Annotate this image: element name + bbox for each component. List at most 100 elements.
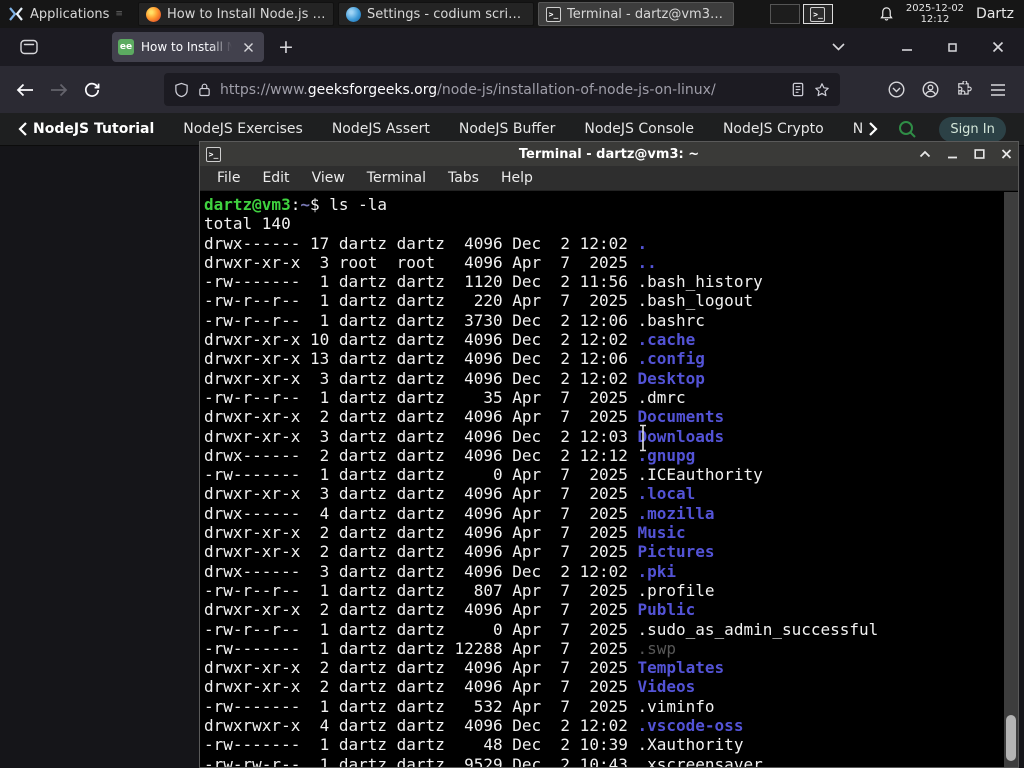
subnav-link[interactable]: NodeJS Tutorial (33, 121, 154, 137)
pocket-icon[interactable] (888, 81, 905, 98)
subnav-link[interactable]: NodeJS DNS (853, 121, 863, 137)
terminal-icon: >_ (810, 6, 826, 22)
file-name: .Xauthority (637, 735, 744, 755)
terminal-command: ls -la (329, 195, 388, 214)
terminal-window: >_ Terminal - dartz@vm3: ~ File Edit View T… (199, 141, 1019, 768)
terminal-title: Terminal - dartz@vm3: ~ (518, 146, 700, 162)
firefox-icon (145, 6, 161, 22)
applications-menu-button[interactable]: Applications ≡ (0, 0, 136, 28)
subnav-link[interactable]: NodeJS Crypto (723, 121, 824, 137)
file-name: .bash_logout (637, 291, 754, 311)
file-name: .pki (637, 561, 677, 581)
terminal-listing-row: -rw-r--r-- 1 dartz dartz 35 Apr 7 2025 .… (204, 387, 686, 407)
taskbar-button[interactable]: >_ Terminal - dartz@vm3: ~ (537, 2, 734, 26)
tracking-shield-icon[interactable] (174, 82, 189, 98)
terminal-listing-row: -rw------- 1 dartz dartz 0 Apr 7 2025 .I… (204, 465, 763, 485)
maximize-icon[interactable] (943, 38, 962, 57)
terminal-close-icon[interactable] (1001, 149, 1012, 159)
workspace-2-active[interactable]: >_ (802, 4, 833, 24)
codium-icon (345, 6, 361, 22)
file-name: . (637, 233, 648, 253)
subnav-scroll-left-icon[interactable] (18, 122, 27, 136)
subnav-scroll-right-icon[interactable] (869, 122, 878, 136)
reader-mode-icon[interactable] (791, 82, 805, 97)
panel-grip: ≡ (115, 9, 124, 19)
bookmark-star-icon[interactable] (814, 82, 830, 98)
terminal-listing-row: -rw------- 1 dartz dartz 12288 Apr 7 202… (204, 638, 677, 658)
taskbar-button-label: How to Install Node.js o... (166, 6, 326, 22)
shade-window-icon[interactable] (919, 149, 931, 159)
firefox-view-icon[interactable] (14, 33, 44, 61)
terminal-listing-row: drwxr-xr-x 2 dartz dartz 4096 Apr 7 2025… (204, 600, 696, 620)
account-icon[interactable] (922, 81, 939, 98)
forward-icon[interactable] (44, 77, 74, 103)
file-name: .. (637, 252, 657, 272)
terminal-output[interactable]: dartz@vm3:~$ ls -la total 140 drwx------… (200, 192, 1004, 767)
terminal-listing-row: -rw-r--r-- 1 dartz dartz 0 Apr 7 2025 .s… (204, 619, 879, 639)
file-name: Public (637, 600, 696, 620)
terminal-menu-edit[interactable]: Edit (253, 168, 298, 188)
url-text[interactable]: https://www.geeksforgeeks.org/node-js/in… (220, 82, 782, 98)
terminal-window-icon: >_ (206, 146, 221, 162)
extensions-puzzle-icon[interactable] (956, 81, 973, 98)
workspace-1[interactable] (769, 4, 800, 24)
taskbar-button[interactable]: How to Install Node.js o... (137, 2, 334, 26)
workspace-switcher[interactable]: >_ (769, 4, 833, 24)
terminal-menu-terminal[interactable]: Terminal (358, 168, 435, 188)
window-controls (828, 37, 1024, 57)
subnav-link[interactable]: NodeJS Console (584, 121, 694, 137)
terminal-listing-row: drwxr-xr-x 3 dartz dartz 4096 Dec 2 12:0… (204, 426, 725, 446)
clock[interactable]: 2025-12-02 12:12 (906, 3, 964, 25)
subnav-link[interactable]: NodeJS Exercises (183, 121, 303, 137)
site-search-icon[interactable] (898, 120, 917, 139)
terminal-menu-file[interactable]: File (208, 168, 249, 188)
terminal-minimize-icon[interactable] (947, 149, 958, 159)
top-panel: Applications ≡ How to Install Node.js o.… (0, 0, 1024, 28)
file-name: Pictures (637, 542, 715, 562)
sign-in-button[interactable]: Sign In (939, 116, 1006, 142)
terminal-listing-row: -rw------- 1 dartz dartz 48 Dec 2 10:39 … (204, 735, 744, 755)
file-name: .dmrc (637, 387, 686, 407)
terminal-listing-row: drwxr-xr-x 2 dartz dartz 4096 Apr 7 2025… (204, 658, 725, 678)
text-cursor-pointer (640, 424, 646, 452)
file-name: .bash_history (637, 272, 763, 292)
notification-bell-icon[interactable] (879, 6, 894, 22)
terminal-menu-tabs[interactable]: Tabs (439, 168, 488, 188)
terminal-menu-view[interactable]: View (303, 168, 354, 188)
file-name: .local (637, 484, 696, 504)
terminal-listing-row: drwxr-xr-x 3 dartz dartz 4096 Dec 2 12:0… (204, 368, 705, 388)
terminal-maximize-icon[interactable] (974, 149, 985, 159)
taskbar-button[interactable]: Settings - codium script... (337, 2, 534, 26)
user-menu[interactable]: Dartz (976, 6, 1014, 22)
file-name: .vscode-oss (637, 716, 744, 736)
back-icon[interactable] (10, 77, 40, 103)
tab-close-icon[interactable] (239, 38, 258, 57)
terminal-listing-row: drwxr-xr-x 10 dartz dartz 4096 Dec 2 12:… (204, 330, 696, 350)
hamburger-menu-icon[interactable] (990, 83, 1006, 97)
terminal-listing-row: -rw-r--r-- 1 dartz dartz 3730 Dec 2 12:0… (204, 310, 705, 330)
taskbar-button-label: Terminal - dartz@vm3: ~ (566, 6, 726, 22)
file-name: .bashrc (637, 310, 705, 330)
scrollbar-thumb[interactable] (1006, 715, 1016, 761)
url-path: /node-js/installation-of-node-js-on-linu… (437, 81, 716, 98)
browser-tab[interactable]: ee How to Install Node.js on (112, 32, 264, 62)
terminal-scrollbar[interactable] (1004, 192, 1018, 767)
new-tab-button[interactable]: + (278, 36, 294, 58)
file-name: .swp (637, 638, 677, 658)
subnav-link[interactable]: NodeJS Assert (332, 121, 430, 137)
url-bar[interactable]: https://www.geeksforgeeks.org/node-js/in… (164, 73, 840, 106)
close-window-icon[interactable] (988, 37, 1008, 57)
list-all-tabs-icon[interactable] (828, 39, 849, 55)
terminal-menu-help[interactable]: Help (492, 168, 542, 188)
terminal-titlebar[interactable]: >_ Terminal - dartz@vm3: ~ (200, 142, 1018, 166)
reload-icon[interactable] (78, 76, 106, 104)
distro-logo-icon (9, 7, 23, 21)
subnav-link[interactable]: NodeJS Buffer (459, 121, 556, 137)
lock-icon[interactable] (198, 82, 211, 97)
minimize-icon[interactable] (897, 37, 917, 57)
file-name: .ICEauthority (637, 465, 763, 485)
taskbar: How to Install Node.js o... Settings - co… (136, 2, 736, 26)
panel-status-area: 2025-12-02 12:12 Dartz (879, 3, 1024, 25)
terminal-listing-row: drwxr-xr-x 2 dartz dartz 4096 Apr 7 2025… (204, 542, 715, 562)
terminal-listing-row: drwxr-xr-x 2 dartz dartz 4096 Apr 7 2025… (204, 407, 725, 427)
